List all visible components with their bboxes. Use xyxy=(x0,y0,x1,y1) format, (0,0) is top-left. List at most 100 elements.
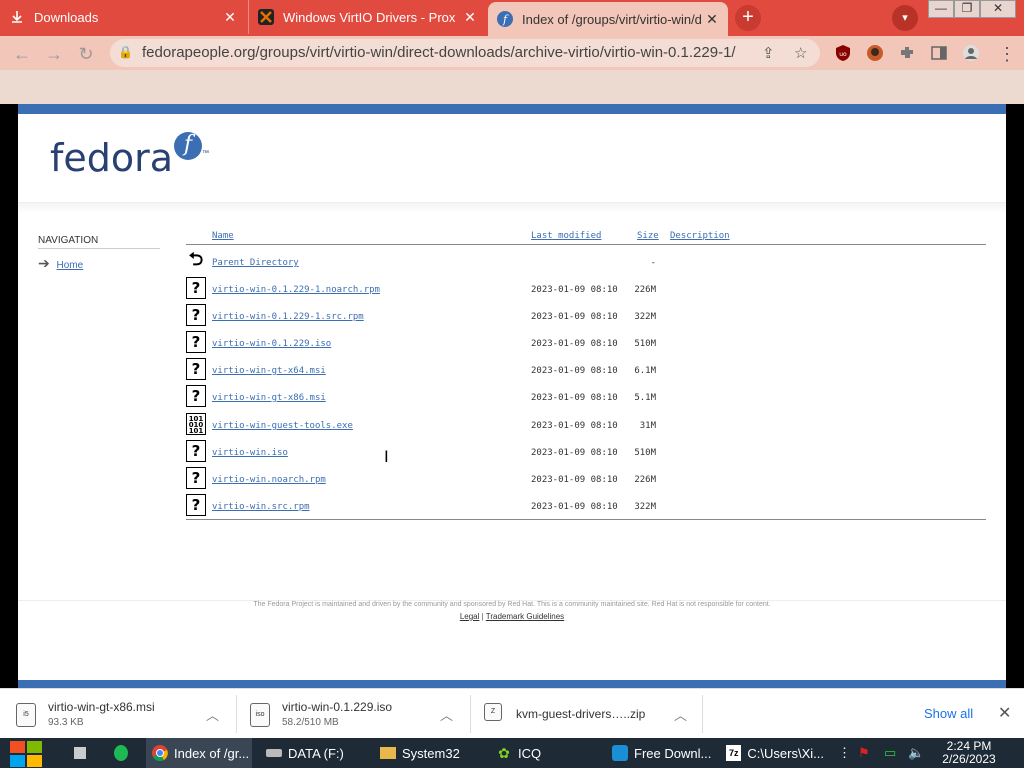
file-size: 226M xyxy=(634,285,656,295)
fedora-top-bar xyxy=(18,104,1006,114)
tab-index-of[interactable]: f Index of /groups/virt/virtio-win/d ✕ xyxy=(488,2,728,36)
tray-overflow-icon[interactable]: ⋮ xyxy=(838,745,851,761)
chrome-icon xyxy=(152,745,168,761)
back-icon[interactable]: ← xyxy=(10,44,34,64)
download-name: virtio-win-gt-x86.msi xyxy=(48,700,155,714)
sort-size-link[interactable]: Size xyxy=(637,231,659,241)
file-link[interactable]: virtio-win-0.1.229.iso xyxy=(212,339,331,349)
proxmox-icon xyxy=(257,8,275,26)
tab-label: Downloads xyxy=(34,9,99,25)
taskbar-clock[interactable]: 2:24 PM 2/26/2023 xyxy=(940,740,998,766)
sort-name-link[interactable]: Name xyxy=(212,231,234,241)
url-text[interactable]: fedorapeople.org/groups/virt/virtio-win/… xyxy=(142,44,736,61)
taskbar-label: C:\Users\Xi... xyxy=(747,745,824,761)
taskbar-chrome[interactable]: Index of /gr... xyxy=(146,738,252,768)
nav-home[interactable]: ➔ Home xyxy=(38,255,83,272)
close-window-button[interactable]: ✕ xyxy=(980,0,1016,18)
taskbar-free-download[interactable]: Free Downl... xyxy=(606,738,714,768)
fedora-favicon-icon: f xyxy=(496,10,514,28)
download-name: kvm-guest-drivers…..zip xyxy=(516,707,646,721)
sort-modified-link[interactable]: Last modified xyxy=(531,231,601,241)
chevron-up-icon[interactable]: ︿ xyxy=(674,705,687,724)
download-item[interactable]: iso virtio-win-0.1.229.iso 58.2/510 MB ︿ xyxy=(250,689,476,739)
extension-avatar-icon[interactable] xyxy=(866,44,884,62)
start-button[interactable] xyxy=(10,741,44,767)
fedora-logo[interactable]: fedora f ™ xyxy=(50,132,209,180)
list-item: ? virtio-win.src.rpm 2023-01-09 08:10 32… xyxy=(186,494,986,516)
file-link[interactable]: virtio-win-guest-tools.exe xyxy=(212,421,353,431)
parent-directory-link[interactable]: Parent Directory xyxy=(212,258,299,268)
file-link[interactable]: virtio-win-gt-x64.msi xyxy=(212,366,326,376)
msi-file-icon: i5 xyxy=(16,703,36,727)
file-size: 31M xyxy=(639,421,656,431)
extensions-puzzle-icon[interactable] xyxy=(898,44,916,62)
svg-text:uo: uo xyxy=(839,51,847,58)
list-item: ? virtio-win-0.1.229.iso 2023-01-09 08:1… xyxy=(186,331,986,353)
chevron-up-icon[interactable]: ︿ xyxy=(206,705,219,724)
download-manager-icon xyxy=(612,745,628,761)
file-link[interactable]: virtio-win-0.1.229-1.noarch.rpm xyxy=(212,285,380,295)
tab-search-button[interactable]: ▾ xyxy=(892,5,918,31)
show-all-button[interactable]: Show all xyxy=(924,706,973,721)
taskbar-console[interactable]: 7z C:\Users\Xi... xyxy=(720,738,824,768)
file-modified: 2023-01-09 08:10 xyxy=(531,421,618,431)
sort-description-link[interactable]: Description xyxy=(670,231,730,241)
download-item[interactable]: Z kvm-guest-drivers…..zip ︿ xyxy=(484,689,704,739)
taskbar-drive[interactable]: DATA (F:) xyxy=(260,738,368,768)
list-item: ? virtio-win-gt-x64.msi 2023-01-09 08:10… xyxy=(186,358,986,380)
back-arrow-icon: ⮌ xyxy=(186,250,206,272)
file-link[interactable]: virtio-win-0.1.229-1.src.rpm xyxy=(212,312,364,322)
close-tab-icon[interactable]: ✕ xyxy=(222,9,238,26)
forward-icon[interactable]: → xyxy=(42,44,66,64)
close-tab-icon[interactable]: ✕ xyxy=(704,11,720,28)
network-icon[interactable]: ▭ xyxy=(884,745,896,761)
list-item: 101 010 101 virtio-win-guest-tools.exe 202… xyxy=(186,413,986,435)
new-tab-button[interactable]: + xyxy=(735,5,761,31)
file-size: 5.1M xyxy=(634,393,656,403)
profile-icon[interactable] xyxy=(962,44,980,62)
restore-button[interactable]: ❐ xyxy=(954,0,980,18)
file-size: - xyxy=(650,258,656,268)
spotify-icon[interactable] xyxy=(108,738,134,768)
taskbar-folder[interactable]: System32 xyxy=(374,738,480,768)
reload-icon[interactable]: ↻ xyxy=(74,44,98,64)
file-link[interactable]: virtio-win.src.rpm xyxy=(212,502,310,512)
list-item: ? virtio-win-gt-x86.msi 2023-01-09 08:10… xyxy=(186,385,986,407)
trademark-guidelines-link[interactable]: Trademark Guidelines xyxy=(486,612,564,621)
file-modified: 2023-01-09 08:10 xyxy=(531,448,618,458)
share-icon[interactable]: ⇪ xyxy=(762,44,775,62)
download-name: virtio-win-0.1.229.iso xyxy=(282,700,393,714)
unknown-file-icon: ? xyxy=(186,494,206,516)
tab-virtio-drivers[interactable]: Windows VirtIO Drivers - Prox ✕ xyxy=(248,0,486,34)
unknown-file-icon: ? xyxy=(186,467,206,489)
file-modified: 2023-01-09 08:10 xyxy=(531,475,618,485)
file-link[interactable]: virtio-win-gt-x86.msi xyxy=(212,393,326,403)
7zip-icon: 7z xyxy=(726,745,742,761)
file-link[interactable]: virtio-win.noarch.rpm xyxy=(212,475,326,485)
chevron-up-icon[interactable]: ︿ xyxy=(440,705,453,724)
close-tab-icon[interactable]: ✕ xyxy=(462,9,478,26)
download-shelf: i5 virtio-win-gt-x86.msi 93.3 KB ︿ iso v… xyxy=(0,688,1024,738)
file-link[interactable]: virtio-win.iso xyxy=(212,448,288,458)
zip-file-icon: Z xyxy=(484,703,502,721)
task-view-icon[interactable] xyxy=(68,738,92,768)
legal-link[interactable]: Legal xyxy=(460,612,480,621)
ublock-extension-icon[interactable]: uo xyxy=(834,44,852,62)
bookmark-star-icon[interactable]: ☆ xyxy=(794,44,807,62)
home-link[interactable]: Home xyxy=(57,260,84,271)
unknown-file-icon: ? xyxy=(186,440,206,462)
address-bar[interactable]: 🔒 fedorapeople.org/groups/virt/virtio-wi… xyxy=(110,39,820,67)
taskbar-label: ICQ xyxy=(518,745,542,761)
close-shelf-icon[interactable]: ✕ xyxy=(998,703,1011,723)
taskbar-icq[interactable]: ✿ ICQ xyxy=(490,738,594,768)
minimize-button[interactable]: — xyxy=(928,0,954,18)
flag-icon[interactable]: ⚑ xyxy=(858,745,870,761)
taskbar-label: Free Downl... xyxy=(634,745,712,761)
side-panel-icon[interactable] xyxy=(930,44,948,62)
download-item[interactable]: i5 virtio-win-gt-x86.msi 93.3 KB ︿ xyxy=(16,689,242,739)
menu-kebab-icon[interactable]: ⋮ xyxy=(998,44,1016,65)
divider xyxy=(470,695,471,733)
volume-icon[interactable]: 🔈 xyxy=(908,745,924,761)
page-content: fedora f ™ NAVIGATION ➔ Home Name Last m… xyxy=(18,104,1006,688)
tab-downloads[interactable]: Downloads ✕ xyxy=(0,0,246,34)
